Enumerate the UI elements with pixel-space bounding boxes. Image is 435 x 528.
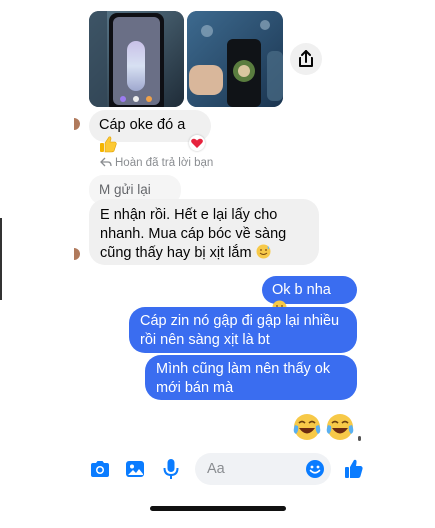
- reply-arrow-icon: [100, 157, 112, 167]
- laughing-emoji-icon: [326, 414, 354, 440]
- share-button[interactable]: [290, 43, 322, 75]
- incoming-message[interactable]: E nhận rồi. Hết e lại lấy cho nhanh. Mua…: [89, 199, 319, 265]
- seen-indicator: [358, 436, 361, 441]
- left-edge-divider: [0, 218, 2, 300]
- like-button[interactable]: [343, 457, 363, 481]
- voice-button[interactable]: [160, 457, 182, 481]
- tears-of-joy-emoji[interactable]: [325, 412, 355, 442]
- outgoing-message[interactable]: Cáp zin nó gập đi gập lại nhiều rồi nên …: [129, 307, 357, 353]
- image-icon: [126, 461, 144, 477]
- emoji-icon: [306, 460, 324, 478]
- sender-avatar[interactable]: [74, 118, 80, 130]
- reply-notice: Hoàn đã trả lời bạn: [100, 157, 213, 173]
- thumbs-up-icon: [345, 459, 363, 478]
- sender-avatar[interactable]: [74, 248, 80, 260]
- message-input[interactable]: Aa: [195, 453, 331, 485]
- phone-photo-1: [89, 11, 184, 107]
- thumbs-up-emoji: [99, 135, 117, 153]
- message-text: Cáp oke đó a: [99, 117, 186, 133]
- smiling-sweat-emoji: [256, 244, 271, 259]
- microphone-icon: [163, 459, 179, 479]
- home-indicator: [150, 506, 286, 511]
- emoji-button[interactable]: [305, 459, 325, 479]
- outgoing-message[interactable]: Ok b nha: [262, 276, 357, 315]
- share-icon: [299, 50, 313, 67]
- camera-button[interactable]: [89, 458, 111, 480]
- photo-attachment-2[interactable]: [187, 11, 283, 107]
- message-text: Cáp zin nó gập đi gập lại nhiều rồi nên …: [140, 313, 340, 348]
- message-text: Ok b nha: [272, 282, 331, 298]
- phone-photo-2: [187, 11, 283, 107]
- gallery-button[interactable]: [124, 458, 146, 480]
- outgoing-message[interactable]: Mình cũng làm nên thấy ok mới bán mà: [145, 355, 357, 400]
- camera-icon: [91, 461, 109, 477]
- heart-icon: [191, 138, 203, 148]
- heart-reaction[interactable]: [189, 135, 205, 151]
- message-input-placeholder: Aa: [207, 461, 225, 477]
- laughing-emoji-icon: [293, 414, 321, 440]
- photo-attachment-1[interactable]: [89, 11, 184, 107]
- message-text: Mình cũng làm nên thấy ok mới bán mà: [156, 361, 331, 396]
- reply-notice-text: Hoàn đã trả lời bạn: [115, 157, 214, 169]
- tears-of-joy-emoji[interactable]: [292, 412, 322, 442]
